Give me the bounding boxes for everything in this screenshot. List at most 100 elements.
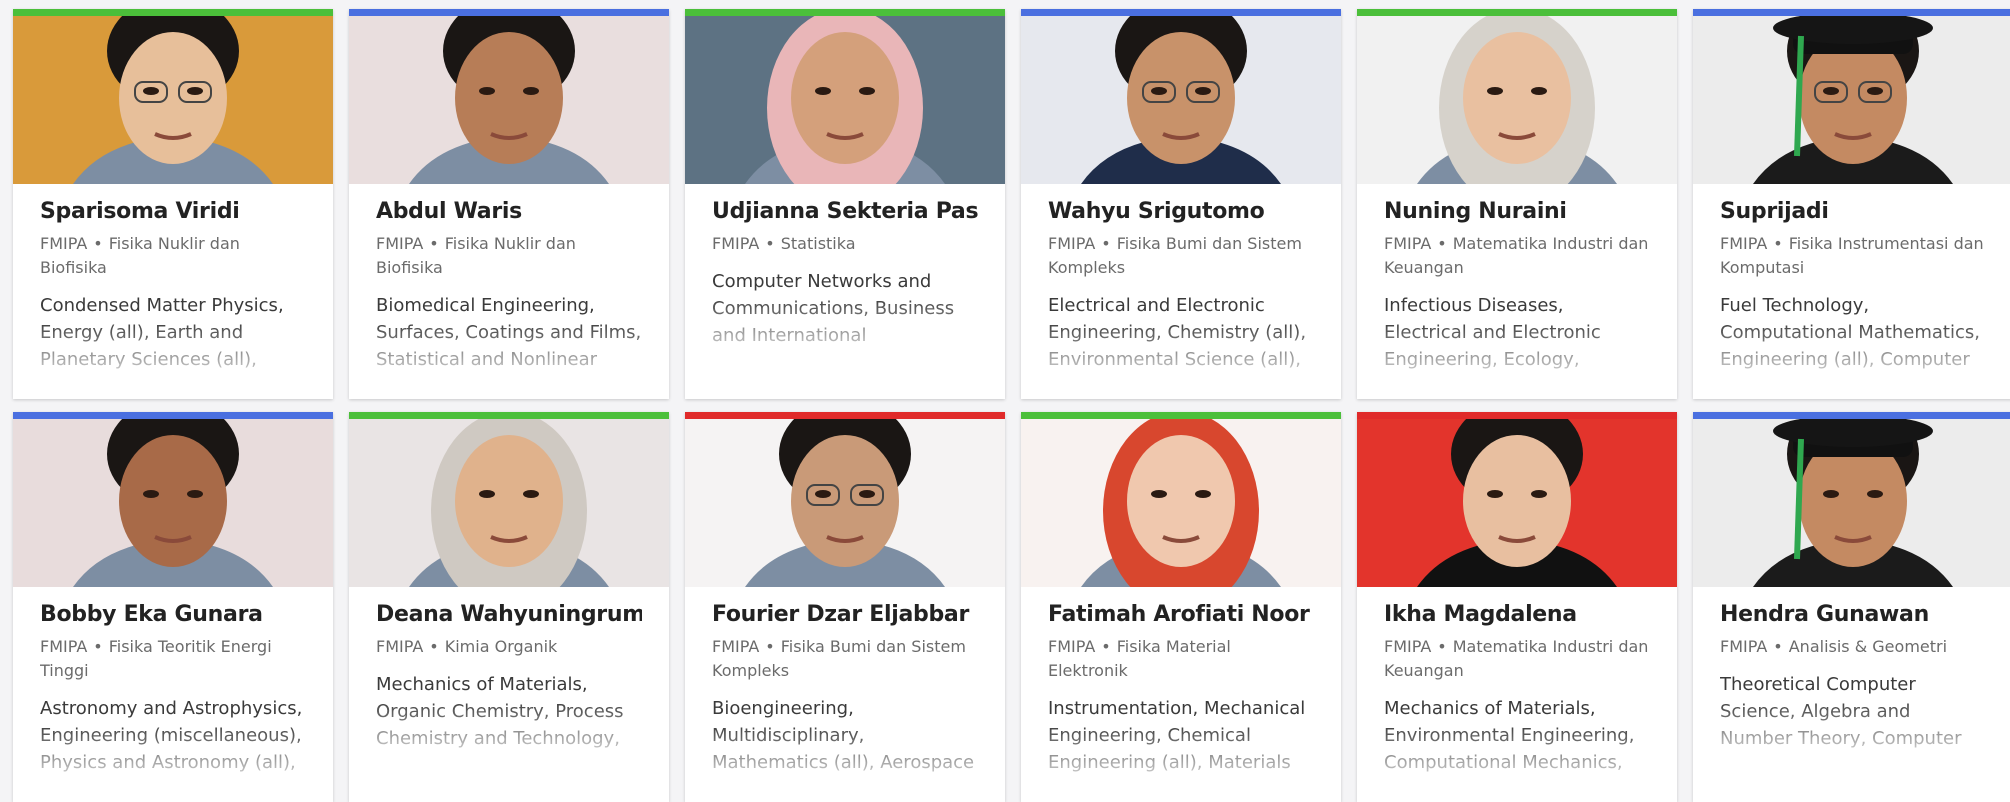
bullet-separator: • <box>1101 234 1111 253</box>
profile-card[interactable]: Abdul Waris FMIPA • Fisika Nuklir dan Biofi… <box>349 9 669 399</box>
card-accent-bar <box>1021 9 1341 16</box>
card-body: Udjianna Sekteria Pasaribu FMIPA • Statisti… <box>685 184 1005 349</box>
faculty-label: FMIPA <box>1720 234 1768 253</box>
profile-card[interactable]: Hendra Gunawan FMIPA • Analisis & Geometri T… <box>1693 412 2010 802</box>
bullet-separator: • <box>1101 637 1111 656</box>
researcher-profile-grid: Sparisoma Viridi FMIPA • Fisika Nuklir dan … <box>0 0 2010 802</box>
research-topics: Fuel Technology, Computational Mathemati… <box>1720 295 1980 370</box>
research-topics: Instrumentation, Mechanical Engineering,… <box>1048 698 1306 773</box>
research-topics: Bioengineering, Multidisciplinary, Mathe… <box>712 698 975 773</box>
program-label: Kimia Organik <box>444 637 558 656</box>
profile-card[interactable]: Nuning Nuraini FMIPA • Matematika Industri … <box>1357 9 1677 399</box>
profile-photo[interactable] <box>1693 16 2010 184</box>
faculty-label: FMIPA <box>712 234 760 253</box>
faculty-label: FMIPA <box>376 637 424 656</box>
profile-card[interactable]: Deana Wahyuningrum FMIPA • Kimia Organik Mec… <box>349 412 669 802</box>
program-label: Analisis & Geometri <box>1788 637 1948 656</box>
bullet-separator: • <box>765 637 775 656</box>
profile-card[interactable]: Fatimah Arofiati Noor FMIPA • Fisika Materi… <box>1021 412 1341 802</box>
affiliation: FMIPA • Matematika Industri dan Keuangan <box>1384 635 1650 683</box>
researcher-name[interactable]: Abdul Waris <box>376 198 642 226</box>
card-body: Nuning Nuraini FMIPA • Matematika Industri … <box>1357 184 1677 373</box>
researcher-name[interactable]: Wahyu Srigutomo <box>1048 198 1314 226</box>
card-accent-bar <box>685 9 1005 16</box>
card-body: Sparisoma Viridi FMIPA • Fisika Nuklir dan … <box>13 184 333 373</box>
researcher-name[interactable]: Sparisoma Viridi <box>40 198 306 226</box>
profile-card[interactable]: Ikha Magdalena FMIPA • Matematika Industri … <box>1357 412 1677 802</box>
research-topics: Astronomy and Astrophysics, Engineering … <box>40 698 303 773</box>
program-label: Statistika <box>780 234 856 253</box>
card-body: Ikha Magdalena FMIPA • Matematika Industri … <box>1357 587 1677 776</box>
affiliation: FMIPA • Statistika <box>712 232 978 256</box>
research-topics: Infectious Diseases, Electrical and Elec… <box>1384 295 1601 370</box>
research-topics: Mechanics of Materials, Organic Chemistr… <box>376 674 624 749</box>
affiliation: FMIPA • Kimia Organik <box>376 635 642 659</box>
profile-photo[interactable] <box>349 419 669 587</box>
profile-photo[interactable] <box>349 16 669 184</box>
card-accent-bar <box>1357 9 1677 16</box>
researcher-name[interactable]: Suprijadi <box>1720 198 1986 226</box>
card-body: Deana Wahyuningrum FMIPA • Kimia Organik Mec… <box>349 587 669 752</box>
researcher-name[interactable]: Deana Wahyuningrum <box>376 601 642 629</box>
profile-card[interactable]: Suprijadi FMIPA • Fisika Instrumentasi dan … <box>1693 9 2010 399</box>
faculty-label: FMIPA <box>1048 234 1096 253</box>
card-accent-bar <box>349 9 669 16</box>
researcher-name[interactable]: Hendra Gunawan <box>1720 601 1986 629</box>
card-body: Bobby Eka Gunara FMIPA • Fisika Teoritik En… <box>13 587 333 776</box>
profile-photo[interactable] <box>1357 16 1677 184</box>
bullet-separator: • <box>1437 234 1447 253</box>
card-body: Suprijadi FMIPA • Fisika Instrumentasi dan … <box>1693 184 2010 373</box>
research-topics: Electrical and Electronic Engineering, C… <box>1048 295 1307 370</box>
profile-card[interactable]: Wahyu Srigutomo FMIPA • Fisika Bumi dan Sis… <box>1021 9 1341 399</box>
profile-card[interactable]: Bobby Eka Gunara FMIPA • Fisika Teoritik En… <box>13 412 333 802</box>
research-topics: Condensed Matter Physics, Energy (all), … <box>40 295 284 370</box>
profile-photo[interactable] <box>1357 419 1677 587</box>
card-body: Abdul Waris FMIPA • Fisika Nuklir dan Biofi… <box>349 184 669 373</box>
profile-photo[interactable] <box>13 419 333 587</box>
profile-card[interactable]: Fourier Dzar Eljabbar FMIPA • Fisika Bumi d… <box>685 412 1005 802</box>
bullet-separator: • <box>93 637 103 656</box>
profile-photo[interactable] <box>685 16 1005 184</box>
researcher-name[interactable]: Nuning Nuraini <box>1384 198 1650 226</box>
affiliation: FMIPA • Fisika Teoritik Energi Tinggi <box>40 635 306 683</box>
profile-photo[interactable] <box>1021 419 1341 587</box>
affiliation: FMIPA • Fisika Bumi dan Sistem Kompleks <box>712 635 978 683</box>
card-accent-bar <box>685 412 1005 419</box>
researcher-name[interactable]: Udjianna Sekteria Pasaribu <box>712 198 978 226</box>
card-accent-bar <box>1693 9 2010 16</box>
profile-card[interactable]: Sparisoma Viridi FMIPA • Fisika Nuklir dan … <box>13 9 333 399</box>
bullet-separator: • <box>1773 234 1783 253</box>
bullet-separator: • <box>1773 637 1783 656</box>
card-body: Wahyu Srigutomo FMIPA • Fisika Bumi dan Sis… <box>1021 184 1341 373</box>
profile-photo[interactable] <box>685 419 1005 587</box>
affiliation: FMIPA • Matematika Industri dan Keuangan <box>1384 232 1650 280</box>
affiliation: FMIPA • Analisis & Geometri <box>1720 635 1986 659</box>
research-topics: Biomedical Engineering, Surfaces, Coatin… <box>376 295 642 370</box>
faculty-label: FMIPA <box>376 234 424 253</box>
bullet-separator: • <box>93 234 103 253</box>
faculty-label: FMIPA <box>40 637 88 656</box>
affiliation: FMIPA • Fisika Nuklir dan Biofisika <box>40 232 306 280</box>
researcher-name[interactable]: Fourier Dzar Eljabbar <box>712 601 978 629</box>
researcher-name[interactable]: Fatimah Arofiati Noor <box>1048 601 1314 629</box>
bullet-separator: • <box>429 637 439 656</box>
profile-photo[interactable] <box>1021 16 1341 184</box>
card-accent-bar <box>1357 412 1677 419</box>
affiliation: FMIPA • Fisika Nuklir dan Biofisika <box>376 232 642 280</box>
researcher-name[interactable]: Bobby Eka Gunara <box>40 601 306 629</box>
faculty-label: FMIPA <box>1720 637 1768 656</box>
faculty-label: FMIPA <box>712 637 760 656</box>
bullet-separator: • <box>1437 637 1447 656</box>
research-topics: Theoretical Computer Science, Algebra an… <box>1720 674 1962 749</box>
profile-photo[interactable] <box>13 16 333 184</box>
card-body: Fourier Dzar Eljabbar FMIPA • Fisika Bumi d… <box>685 587 1005 776</box>
researcher-name[interactable]: Ikha Magdalena <box>1384 601 1650 629</box>
profile-photo[interactable] <box>1693 419 2010 587</box>
card-accent-bar <box>1021 412 1341 419</box>
faculty-label: FMIPA <box>1384 234 1432 253</box>
faculty-label: FMIPA <box>1048 637 1096 656</box>
card-accent-bar <box>1693 412 2010 419</box>
research-topics: Computer Networks and Communications, Bu… <box>712 271 955 346</box>
affiliation: FMIPA • Fisika Bumi dan Sistem Kompleks <box>1048 232 1314 280</box>
profile-card[interactable]: Udjianna Sekteria Pasaribu FMIPA • Statisti… <box>685 9 1005 399</box>
